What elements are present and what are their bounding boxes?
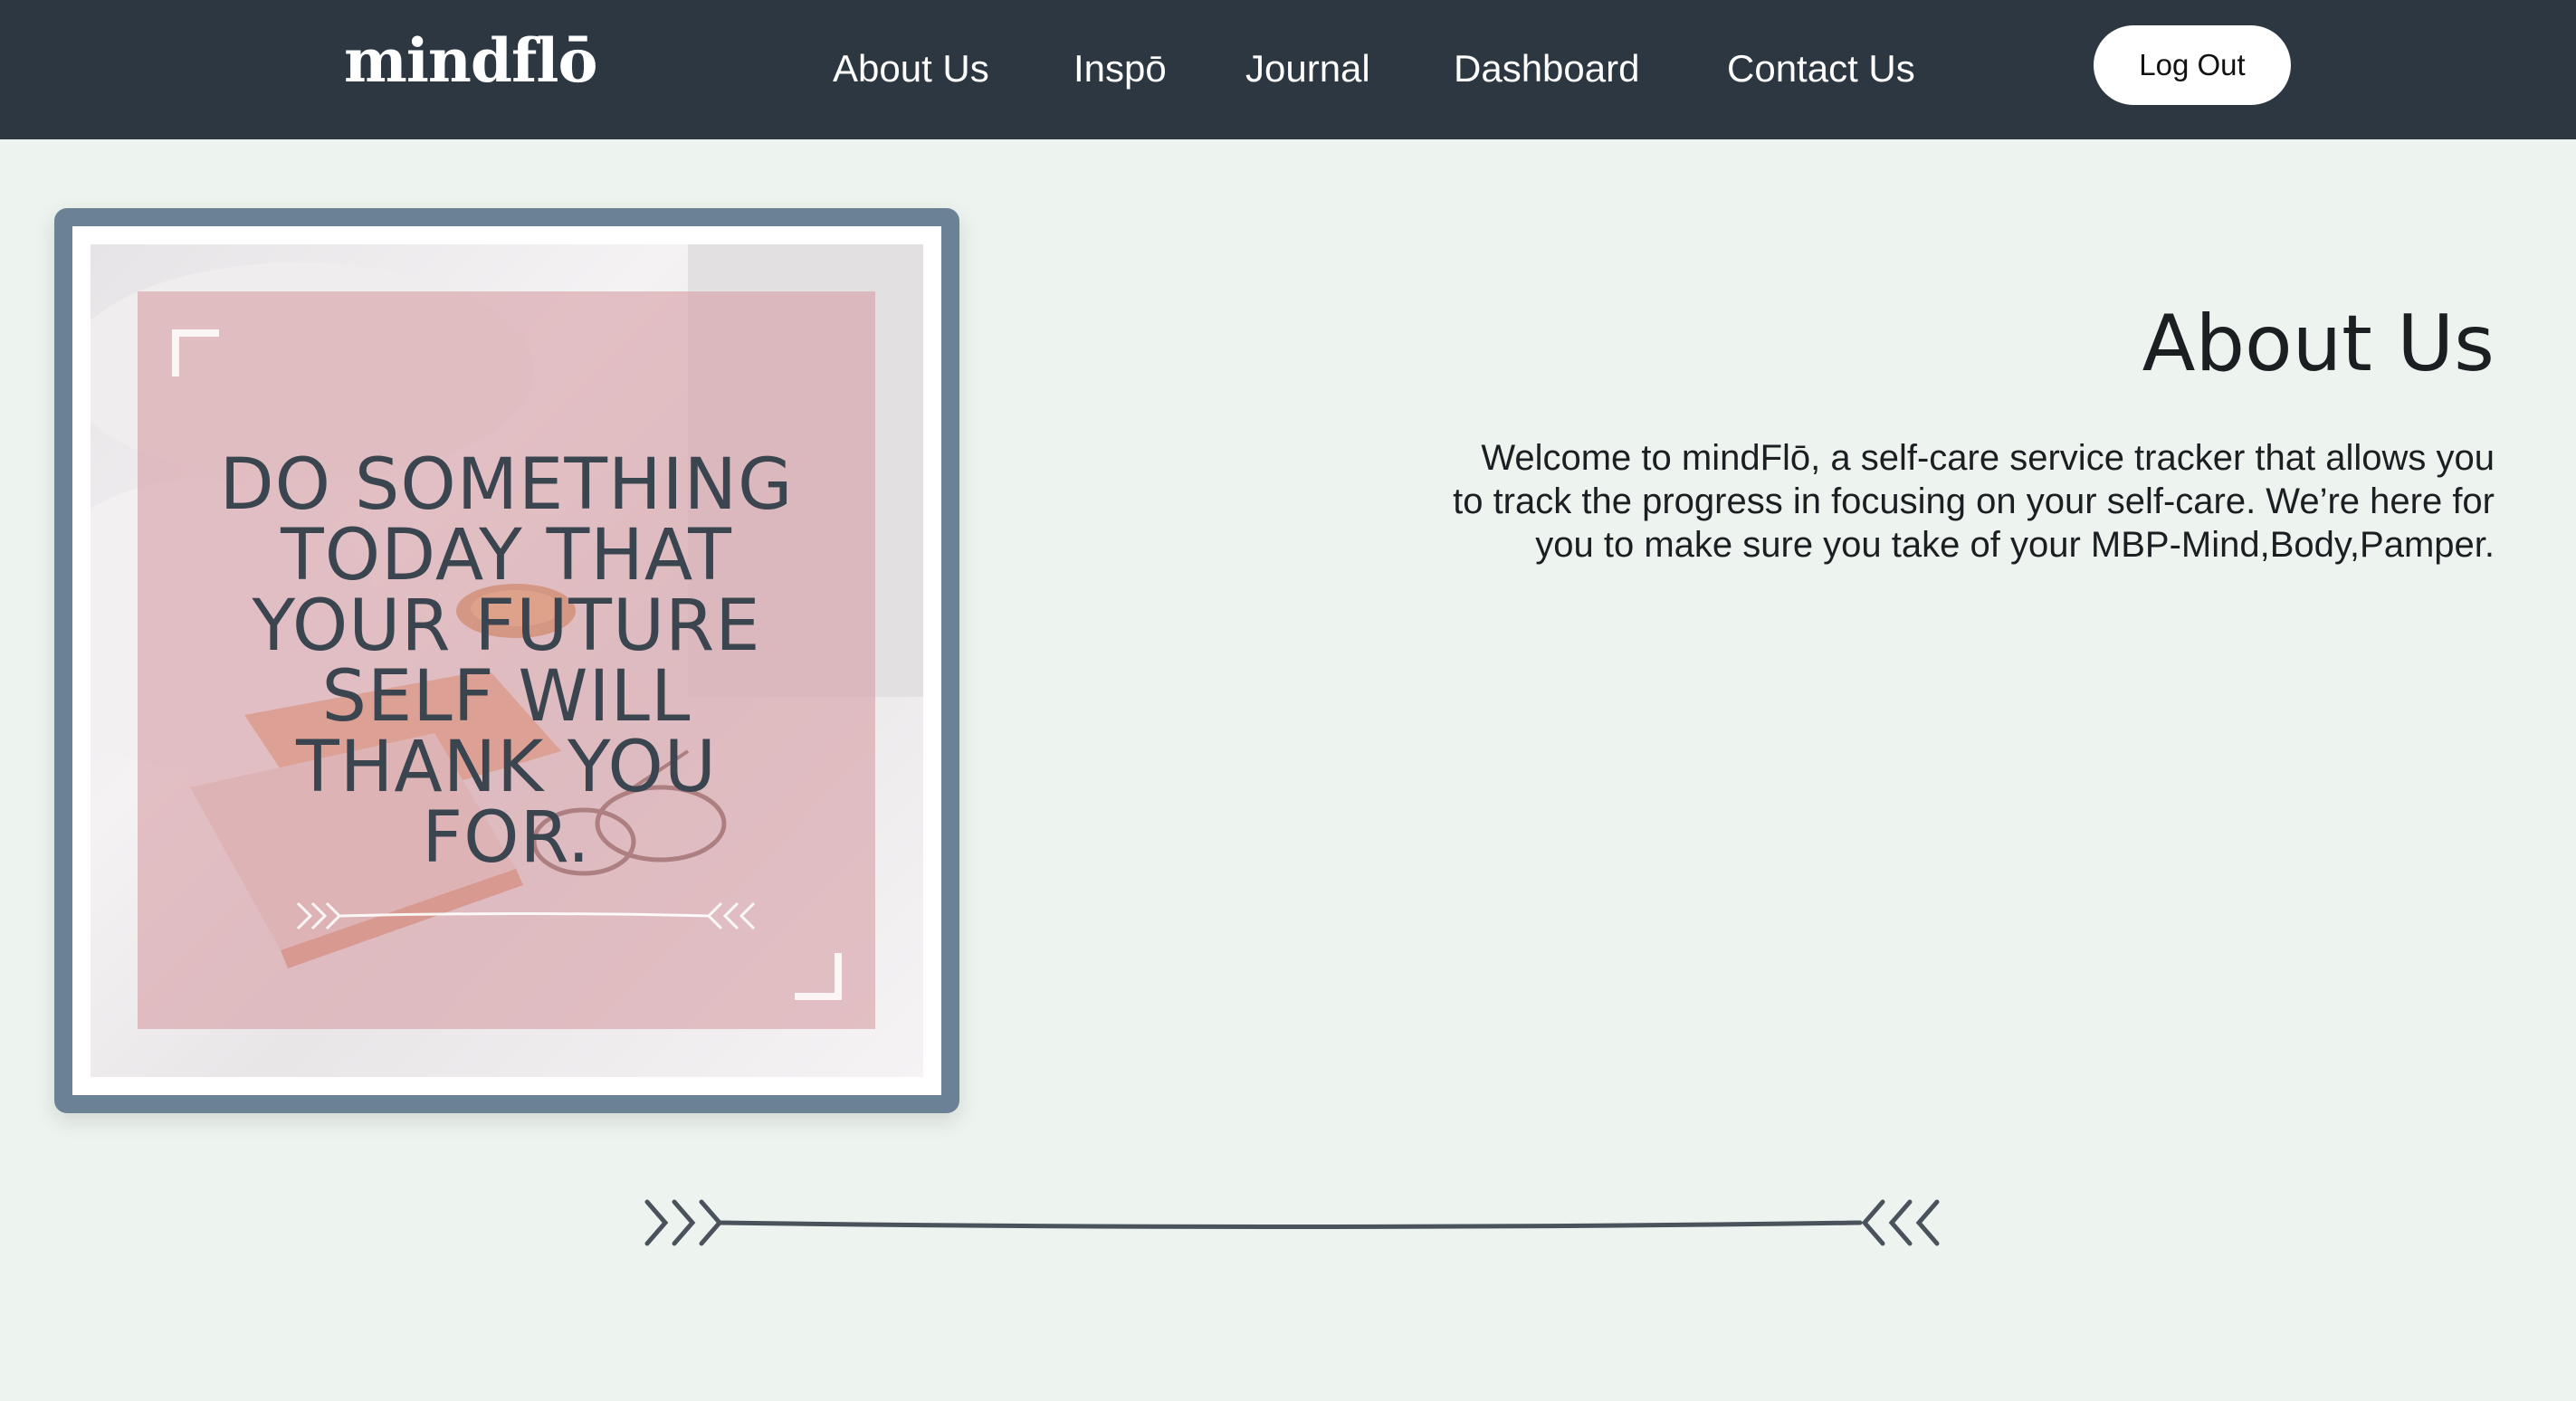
about-text-line: Welcome to mindFlō, a self-care service … <box>1481 438 2495 478</box>
about-text-line: to track the progress in focusing on you… <box>1453 481 2495 521</box>
small-arrow-divider <box>296 901 756 930</box>
about-us-description: Welcome to mindFlō, a self-care service … <box>1300 436 2495 567</box>
about-text-line: you to make sure you take of your MBP-Mi… <box>1535 525 2495 565</box>
quote-line: DO SOMETHING <box>219 444 794 526</box>
corner-bracket-bottom-right <box>795 953 842 1000</box>
quote-line: THANK YOU <box>296 727 717 808</box>
corner-bracket-top-left <box>172 329 219 376</box>
quote-line: FOR. <box>422 797 591 879</box>
quote-photo: DO SOMETHING TODAY THAT YOUR FUTURE SELF… <box>91 244 923 1077</box>
nav-link-contact-us[interactable]: Contact Us <box>1727 47 1915 91</box>
logout-button[interactable]: Log Out <box>2094 25 2291 105</box>
quote-line: YOUR FUTURE <box>252 586 761 667</box>
nav-link-dashboard[interactable]: Dashboard <box>1454 47 1639 91</box>
quote-text: DO SOMETHING TODAY THAT YOUR FUTURE SELF… <box>210 450 803 873</box>
brand-logo[interactable]: mindflō <box>344 25 598 96</box>
about-us-title: About Us <box>2142 299 2495 389</box>
top-navbar: mindflō About Us Inspō Journal Dashboard… <box>0 0 2576 139</box>
nav-link-inspo[interactable]: Inspō <box>1073 47 1167 91</box>
arrow-divider <box>644 1199 1940 1246</box>
nav-link-about-us[interactable]: About Us <box>833 47 989 91</box>
quote-image-frame: DO SOMETHING TODAY THAT YOUR FUTURE SELF… <box>54 208 959 1113</box>
quote-line: SELF WILL <box>321 656 692 738</box>
frame-mat: DO SOMETHING TODAY THAT YOUR FUTURE SELF… <box>72 226 941 1095</box>
quote-overlay: DO SOMETHING TODAY THAT YOUR FUTURE SELF… <box>138 291 875 1029</box>
quote-line: TODAY THAT <box>281 515 732 596</box>
nav-link-journal[interactable]: Journal <box>1245 47 1370 91</box>
